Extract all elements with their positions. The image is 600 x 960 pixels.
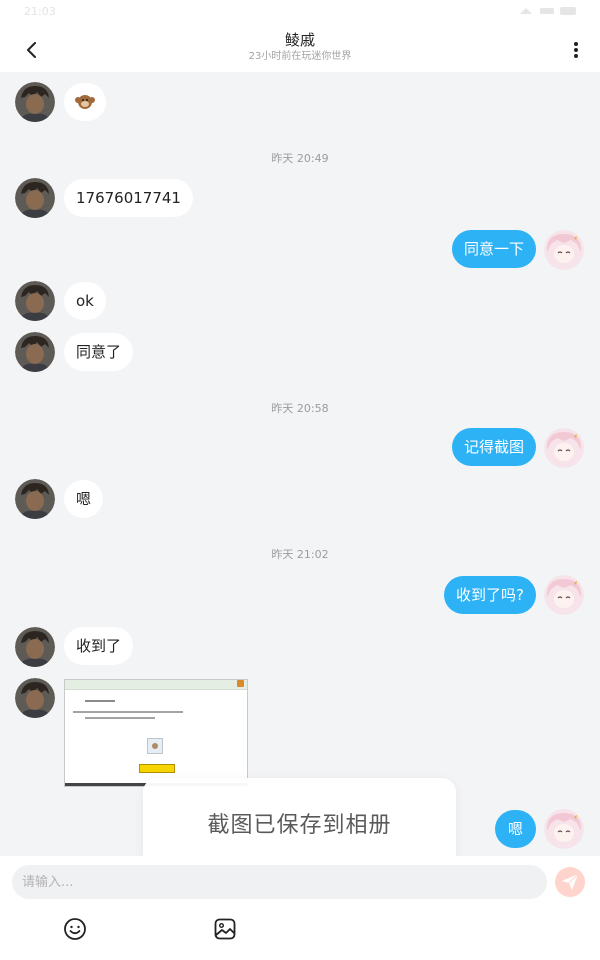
my-avatar[interactable] [544,428,584,468]
image-message[interactable] [64,679,248,787]
emoji-button[interactable] [62,916,88,942]
my-avatar[interactable] [544,575,584,615]
sticker-bubble[interactable] [64,83,106,121]
title-block: 鲮戚 23小时前在玩迷你世界 [150,30,450,64]
message-bubble[interactable]: 收到了吗? [444,576,536,614]
contact-status: 23小时前在玩迷你世界 [248,51,352,62]
input-bar [0,856,600,960]
message-list[interactable]: 昨天 20:49 17676017741 同意一下 ok 同意了 昨天 20:5… [0,72,600,856]
timestamp: 昨天 20:58 [271,402,329,415]
contact-name: 鲮戚 [284,31,315,49]
smiley-icon [64,918,86,940]
message-row: 同意一下 [0,230,600,270]
message-bubble[interactable]: 同意一下 [451,230,536,268]
more-vertical-icon [574,42,578,58]
battery-wifi-icon [520,7,576,15]
gift-icon [147,738,163,754]
message-bubble[interactable]: 17676017741 [64,179,193,217]
message-row: 收到了吗? [0,575,600,615]
saved-toast: 截图已保存到相册 [143,778,456,868]
message-row: 17676017741 [0,178,600,218]
message-row [0,82,600,122]
message-bubble[interactable]: 记得截图 [451,428,536,466]
chat-screen: 21:03 鲮戚 23小时前在玩迷你世界 昨天 20:49 1767601774… [0,0,600,960]
timestamp: 昨天 20:49 [271,152,329,165]
message-bubble[interactable]: ok [64,282,106,320]
message-row [0,678,600,788]
screenshot-confirm-button [139,764,175,773]
image-icon [214,918,236,940]
contact-avatar[interactable] [15,178,55,218]
back-button[interactable] [18,36,46,64]
message-row: 嗯 [0,479,600,519]
status-bar: 21:03 [0,0,600,26]
contact-avatar[interactable] [15,332,55,372]
close-icon [237,680,244,687]
monkey-emoji-icon [75,95,95,109]
timestamp: 昨天 21:02 [271,548,329,561]
my-avatar[interactable] [544,230,584,270]
message-row: ok [0,281,600,321]
contact-avatar[interactable] [15,479,55,519]
image-picker-button[interactable] [212,916,238,942]
more-options-button[interactable] [564,36,588,64]
contact-avatar[interactable] [15,82,55,122]
message-row: 收到了 [0,627,600,667]
status-time: 21:03 [24,5,56,18]
back-arrow-icon [27,42,36,58]
message-bubble[interactable]: 同意了 [64,333,134,371]
message-bubble[interactable]: 嗯 [64,480,104,518]
system-icons [518,5,578,20]
message-bubble[interactable]: 收到了 [64,627,134,665]
send-button[interactable] [555,867,585,897]
my-avatar[interactable] [544,809,584,849]
send-icon [562,873,579,890]
message-input[interactable] [12,865,547,899]
contact-avatar[interactable] [15,281,55,321]
contact-avatar[interactable] [15,627,55,667]
contact-avatar[interactable] [15,678,55,718]
message-row: 记得截图 [0,428,600,468]
screenshot-header [65,680,247,690]
chat-header: 鲮戚 23小时前在玩迷你世界 [0,26,600,72]
message-row: 同意了 [0,332,600,372]
message-bubble[interactable]: 嗯 [494,810,536,848]
